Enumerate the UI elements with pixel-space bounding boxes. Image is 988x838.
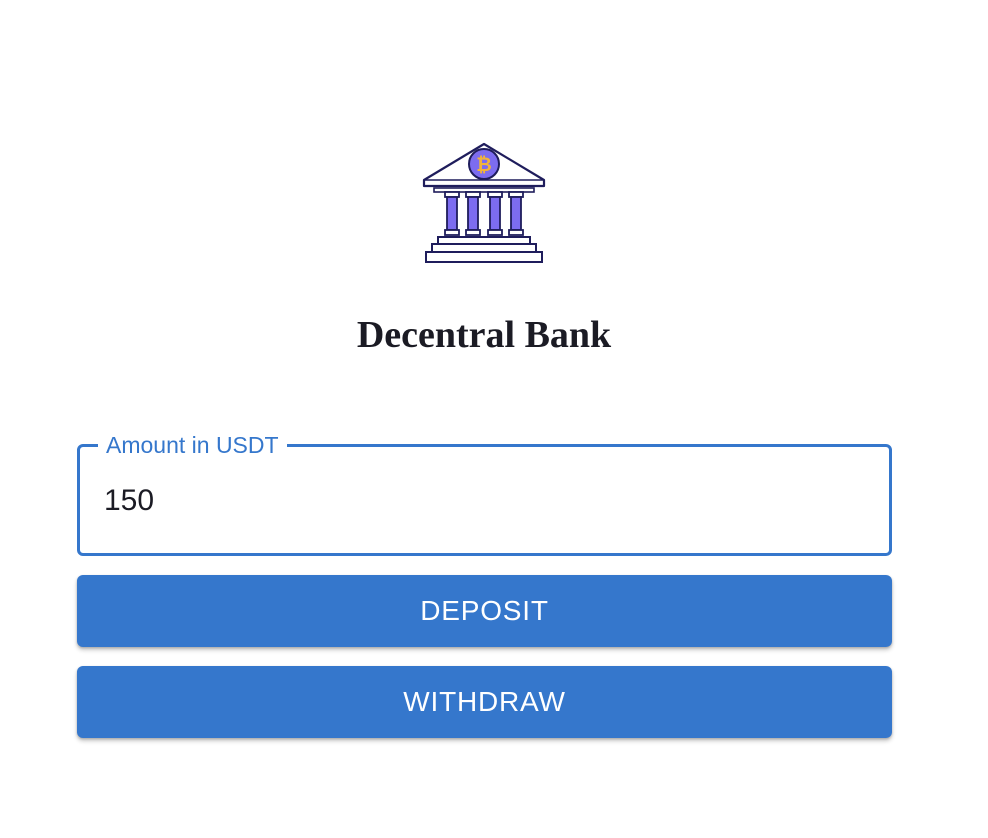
withdraw-button[interactable]: WITHDRAW bbox=[77, 666, 892, 738]
amount-field[interactable]: Amount in USDT bbox=[77, 431, 892, 556]
svg-text:₿: ₿ bbox=[476, 154, 491, 176]
amount-input[interactable] bbox=[104, 481, 844, 521]
bank-bitcoin-icon: ₿ bbox=[422, 142, 546, 263]
deposit-button[interactable]: DEPOSIT bbox=[77, 575, 892, 647]
bank-logo: ₿ bbox=[420, 140, 548, 266]
page-title: Decentral Bank bbox=[356, 314, 612, 356]
amount-field-label: Amount in USDT bbox=[98, 431, 287, 459]
